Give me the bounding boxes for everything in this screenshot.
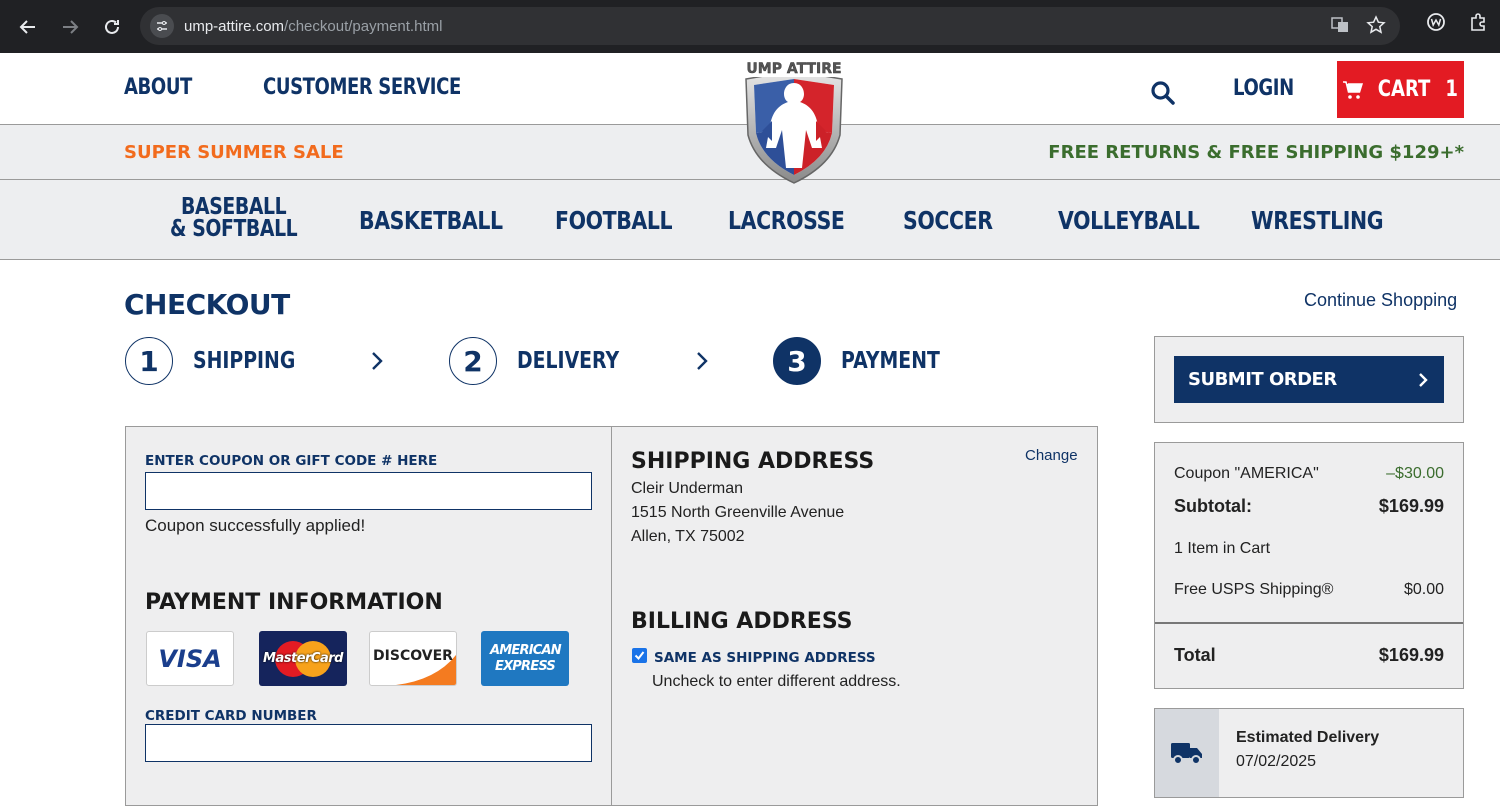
change-address-link[interactable]: Change bbox=[1025, 447, 1078, 464]
site-info-icon[interactable] bbox=[150, 14, 174, 38]
visa-text: VISA bbox=[158, 644, 222, 673]
free-shipping-link[interactable]: FREE RETURNS & FREE SHIPPING $129+* bbox=[1048, 142, 1464, 163]
summer-sale-link[interactable]: SUPER SUMMER SALE bbox=[124, 142, 344, 163]
shipping-address: Cleir Underman 1515 North Greenville Ave… bbox=[631, 477, 844, 549]
cart-count: 1 bbox=[1445, 77, 1458, 102]
search-icon[interactable] bbox=[1150, 80, 1176, 111]
nav-about-link[interactable]: ABOUT bbox=[124, 75, 192, 100]
shipping-label: Free USPS Shipping® bbox=[1174, 581, 1334, 598]
coupon-success-message: Coupon successfully applied! bbox=[145, 516, 366, 535]
step-payment: 3 PAYMENT bbox=[773, 337, 962, 385]
coupon-label: ENTER COUPON OR GIFT CODE # HERE bbox=[145, 453, 438, 469]
discover-text: DISCOVER bbox=[373, 647, 453, 664]
mastercard-icon: MasterCard bbox=[259, 631, 347, 686]
same-as-shipping-checkbox[interactable] bbox=[632, 648, 647, 663]
subtotal-label: Subtotal: bbox=[1174, 496, 1252, 516]
page-title: CHECKOUT bbox=[124, 288, 290, 321]
total-row: Total $169.99 bbox=[1174, 645, 1444, 666]
step-number: 2 bbox=[449, 337, 497, 385]
amex-text: AMERICAN EXPRESS bbox=[490, 642, 562, 674]
delivery-date: 07/02/2025 bbox=[1236, 753, 1317, 770]
shipping-row: Free USPS Shipping® $0.00 bbox=[1174, 581, 1444, 599]
chevron-right-icon bbox=[697, 352, 708, 370]
amex-card-icon: AMERICAN EXPRESS bbox=[481, 631, 569, 686]
address-city: Allen, TX 75002 bbox=[631, 528, 745, 545]
credit-card-label: CREDIT CARD NUMBER bbox=[145, 708, 317, 724]
checkout-form-panel: ENTER COUPON OR GIFT CODE # HERE Coupon … bbox=[125, 426, 1098, 806]
coupon-row: Coupon "AMERICA" –$30.00 bbox=[1174, 465, 1444, 483]
submit-order-button[interactable]: SUBMIT ORDER bbox=[1174, 356, 1444, 403]
step-label: PAYMENT bbox=[841, 348, 940, 374]
cart-icon bbox=[1342, 80, 1363, 99]
bookmark-star-icon[interactable] bbox=[1366, 15, 1386, 40]
panel-divider bbox=[611, 427, 612, 805]
step-label: SHIPPING bbox=[193, 348, 296, 374]
delivery-label: Estimated Delivery bbox=[1236, 729, 1380, 746]
address-street: 1515 North Greenville Avenue bbox=[631, 504, 845, 521]
login-link[interactable]: LOGIN bbox=[1233, 76, 1294, 101]
logo-text: UMP ATTIRE bbox=[746, 61, 841, 77]
items-row: 1 Item in Cart bbox=[1174, 540, 1444, 558]
cart-label: CART bbox=[1377, 77, 1431, 102]
discover-card-icon: DISCOVER bbox=[369, 631, 457, 686]
nav-customer-service-link[interactable]: CUSTOMER SERVICE bbox=[263, 75, 461, 100]
category-baseball-softball[interactable]: BASEBALL & SOFTBALL bbox=[170, 196, 298, 242]
translate-icon[interactable] bbox=[1330, 15, 1350, 40]
browser-toolbar: ump-attire.com/checkout/payment.html bbox=[0, 0, 1500, 53]
summary-divider bbox=[1155, 622, 1463, 624]
estimated-delivery-box: Estimated Delivery 07/02/2025 bbox=[1154, 708, 1464, 798]
coupon-row-value: –$30.00 bbox=[1386, 465, 1444, 482]
address-name: Cleir Underman bbox=[631, 480, 744, 497]
order-summary: Coupon "AMERICA" –$30.00 Subtotal: $169.… bbox=[1154, 442, 1464, 689]
subtotal-value: $169.99 bbox=[1378, 496, 1444, 516]
reload-icon[interactable] bbox=[98, 13, 126, 41]
step-number: 3 bbox=[773, 337, 821, 385]
shipping-value: $0.00 bbox=[1403, 581, 1444, 598]
continue-shopping-link[interactable]: Continue Shopping bbox=[1304, 290, 1457, 311]
credit-card-input[interactable] bbox=[145, 724, 592, 762]
shipping-address-title: SHIPPING ADDRESS bbox=[631, 449, 875, 474]
chevron-right-icon bbox=[1419, 372, 1428, 387]
url-text: ump-attire.com/checkout/payment.html bbox=[184, 17, 443, 35]
category-baseball-line2: & SOFTBALL bbox=[170, 216, 298, 242]
submit-order-box: SUBMIT ORDER bbox=[1154, 336, 1464, 423]
address-bar[interactable]: ump-attire.com/checkout/payment.html bbox=[140, 7, 1400, 45]
category-football[interactable]: FOOTBALL bbox=[555, 206, 673, 235]
category-nav: BASEBALL & SOFTBALL BASKETBALL FOOTBALL L… bbox=[0, 180, 1500, 260]
extensions-puzzle-icon[interactable] bbox=[1468, 12, 1488, 37]
step-number: 1 bbox=[125, 337, 173, 385]
back-icon[interactable] bbox=[14, 13, 42, 41]
cart-button[interactable]: CART 1 bbox=[1337, 61, 1464, 118]
category-wrestling[interactable]: WRESTLING bbox=[1251, 206, 1384, 235]
payment-info-title: PAYMENT INFORMATION bbox=[145, 590, 443, 615]
category-soccer[interactable]: SOCCER bbox=[903, 206, 993, 235]
billing-hint: Uncheck to enter different address. bbox=[652, 673, 901, 690]
forward-icon[interactable] bbox=[56, 13, 84, 41]
truck-icon bbox=[1155, 709, 1219, 797]
step-label: DELIVERY bbox=[517, 348, 620, 374]
total-label: Total bbox=[1174, 645, 1216, 665]
total-value: $169.99 bbox=[1378, 645, 1444, 665]
visa-card-icon: VISA bbox=[146, 631, 234, 686]
billing-address-title: BILLING ADDRESS bbox=[631, 609, 853, 634]
ump-attire-logo[interactable]: UMP ATTIRE bbox=[740, 57, 848, 185]
category-volleyball[interactable]: VOLLEYBALL bbox=[1058, 206, 1200, 235]
chevron-right-icon bbox=[372, 352, 383, 370]
coupon-row-label: Coupon "AMERICA" bbox=[1174, 465, 1319, 482]
step-delivery[interactable]: 2 DELIVERY bbox=[449, 337, 642, 385]
subtotal-row: Subtotal: $169.99 bbox=[1174, 496, 1444, 517]
category-basketball[interactable]: BASKETBALL bbox=[359, 206, 503, 235]
step-shipping[interactable]: 1 SHIPPING bbox=[125, 337, 318, 385]
same-as-shipping-label[interactable]: SAME AS SHIPPING ADDRESS bbox=[654, 650, 876, 666]
mastercard-text: MasterCard bbox=[263, 651, 343, 666]
coupon-input[interactable] bbox=[145, 472, 592, 510]
items-count: 1 Item in Cart bbox=[1174, 540, 1271, 557]
category-lacrosse[interactable]: LACROSSE bbox=[728, 206, 845, 235]
extension-w-icon[interactable] bbox=[1426, 12, 1446, 37]
submit-order-label: SUBMIT ORDER bbox=[1188, 369, 1337, 390]
